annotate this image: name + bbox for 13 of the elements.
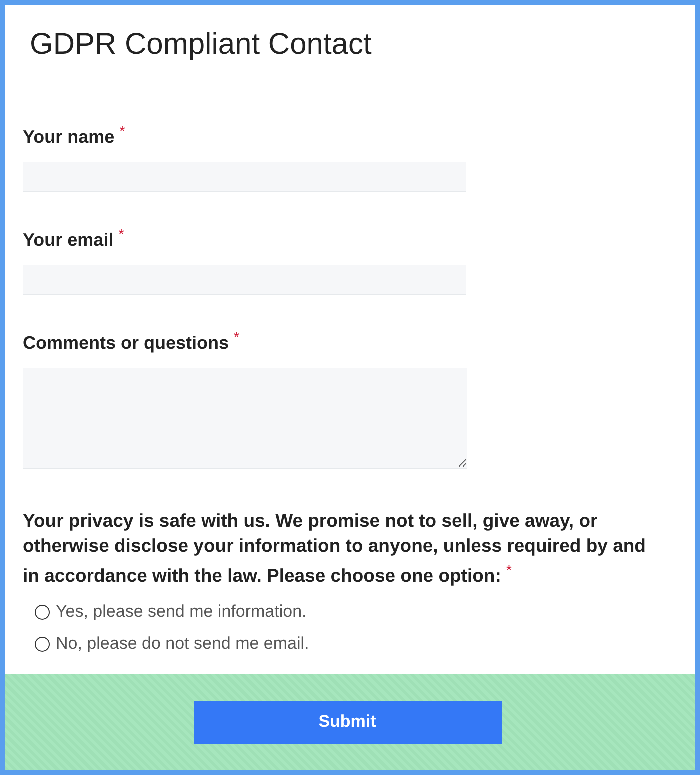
radio-button[interactable]	[35, 636, 50, 652]
option-label[interactable]: Yes, please send me information.	[56, 602, 307, 622]
text-field[interactable]	[23, 162, 466, 192]
option-label[interactable]: No, please do not send me email.	[56, 634, 310, 654]
radio-button[interactable]	[35, 604, 50, 620]
text-area[interactable]	[23, 368, 467, 469]
submit-button[interactable]: Submit	[194, 700, 502, 744]
text-field[interactable]	[23, 265, 466, 295]
form-title: GDPR Compliant Contact	[30, 27, 373, 63]
field-label: Your name $^{*}$	[23, 127, 126, 147]
field-label: Comments or questions $^{*}$	[23, 333, 240, 353]
privacy-notice: Your privacy is safe with us. We promise not to sell, give away, or otherwise disclose your information to anyone, unless required by and in accordance with the law. Please choose one option: $^{*}$	[23, 509, 647, 588]
field-label: Your email $^{*}$	[23, 230, 124, 250]
